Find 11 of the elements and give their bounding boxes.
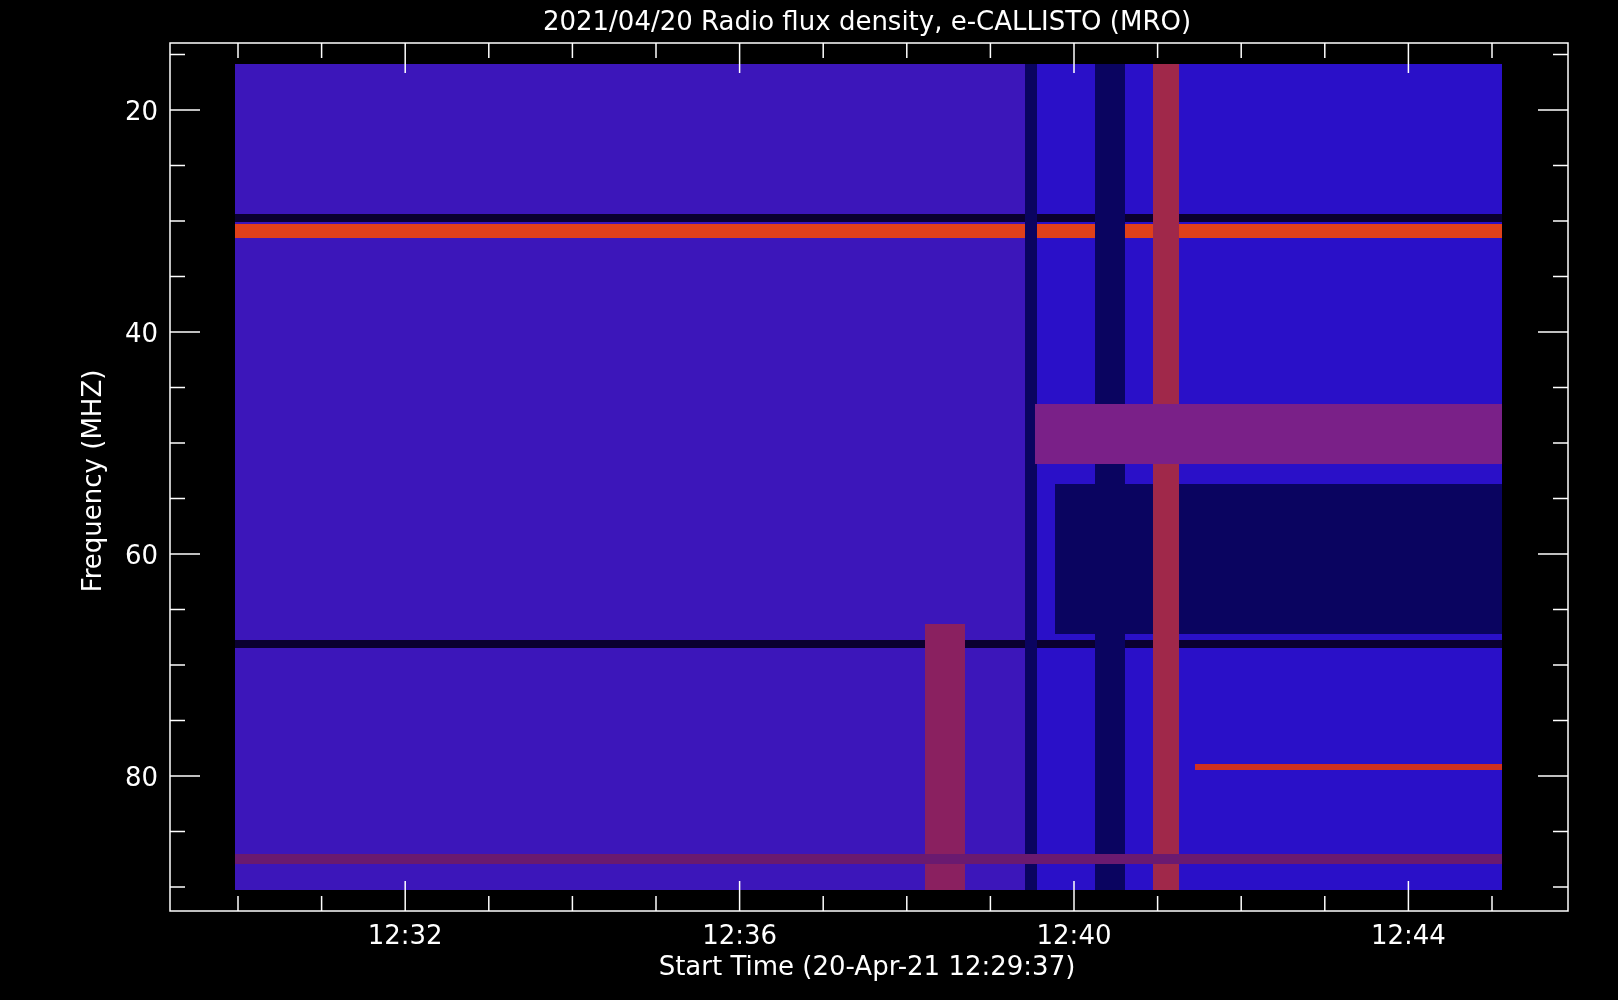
- tick-label: 60: [124, 540, 158, 570]
- tick-label: 20: [124, 96, 158, 126]
- tick-label: 80: [124, 762, 158, 792]
- axis-title: Start Time (20-Apr-21 12:29:37): [658, 951, 1076, 981]
- tick-label: 40: [124, 318, 158, 348]
- tick-label: 12:44: [1370, 920, 1446, 950]
- tick-label: 12:36: [702, 920, 778, 950]
- tick-label: 12:32: [367, 920, 443, 950]
- axis-title: Frequency (MHZ): [77, 369, 107, 593]
- tick-label: 12:40: [1036, 920, 1112, 950]
- plot-title: 2021/04/20 Radio flux density, e-CALLISTO (MRO): [542, 6, 1192, 36]
